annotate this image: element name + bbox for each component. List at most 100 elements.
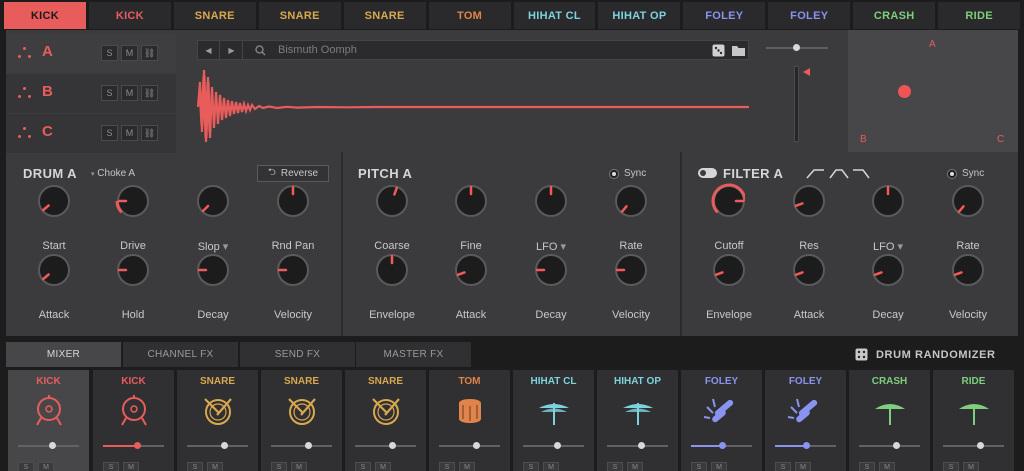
strip-solo-button[interactable]: S — [103, 462, 119, 471]
xy-pad[interactable]: A B C — [848, 30, 1018, 152]
tab-foley-1[interactable]: FOLEY — [683, 2, 766, 29]
strip-solo-button[interactable]: S — [271, 462, 287, 471]
channel-fader-thumb[interactable] — [553, 442, 561, 449]
next-arrow-icon[interactable]: ▶ — [221, 41, 243, 59]
strip-solo-button[interactable]: S — [691, 462, 707, 471]
channel-fader[interactable] — [943, 445, 1004, 447]
strip-mute-button[interactable]: M — [207, 462, 223, 471]
channel-fader-thumb[interactable] — [892, 442, 900, 449]
dice-icon[interactable] — [712, 44, 725, 57]
strip-solo-button[interactable]: S — [775, 462, 791, 471]
solo-button[interactable]: S — [101, 45, 118, 61]
start-knob[interactable] — [34, 181, 70, 217]
mixer-strip-tom[interactable]: TOM SM — [429, 370, 510, 471]
lowpass-icon[interactable] — [806, 169, 824, 179]
tab-channel-fx[interactable]: CHANNEL FX — [123, 342, 238, 367]
drive-knob[interactable] — [113, 181, 149, 217]
pad-c[interactable]: C S M ⛓ — [6, 114, 176, 153]
rate-knob[interactable] — [611, 181, 647, 217]
choke-select[interactable]: ▾ Choke A — [91, 168, 135, 179]
channel-fader[interactable] — [355, 445, 416, 447]
mixer-strip-foley[interactable]: FOLEY SM — [765, 370, 846, 471]
solo-button[interactable]: S — [101, 85, 118, 101]
mixer-strip-crash[interactable]: CRASH SM — [849, 370, 930, 471]
strip-solo-button[interactable]: S — [943, 462, 959, 471]
velocity-knob[interactable] — [273, 250, 309, 286]
reverse-button[interactable]: ⮌ Reverse — [257, 165, 329, 182]
rate-knob[interactable] — [948, 181, 984, 217]
filter-sync-toggle[interactable]: Sync — [947, 168, 984, 179]
strip-mute-button[interactable]: M — [38, 462, 54, 471]
tab-hihat-open[interactable]: HIHAT OP — [598, 2, 681, 29]
solo-button[interactable]: S — [101, 125, 118, 141]
mute-button[interactable]: M — [121, 125, 138, 141]
slop-knob[interactable] — [193, 181, 229, 217]
tab-master-fx[interactable]: MASTER FX — [356, 342, 471, 367]
tab-ride[interactable]: RIDE — [938, 2, 1021, 29]
strip-mute-button[interactable]: M — [459, 462, 475, 471]
tab-foley-2[interactable]: FOLEY — [768, 2, 851, 29]
pitch-sync-toggle[interactable]: Sync — [609, 168, 646, 179]
lfo-knob[interactable] — [868, 181, 904, 217]
channel-fader[interactable] — [187, 445, 248, 447]
mute-button[interactable]: M — [121, 45, 138, 61]
decay-knob[interactable] — [193, 250, 229, 286]
tab-kick-1[interactable]: KICK — [4, 2, 86, 29]
link-icon[interactable]: ⛓ — [141, 125, 158, 141]
tab-send-fx[interactable]: SEND FX — [240, 342, 355, 367]
xy-handle[interactable] — [898, 85, 911, 98]
channel-fader-thumb[interactable] — [220, 442, 228, 449]
velocity-knob[interactable] — [948, 250, 984, 286]
strip-mute-button[interactable]: M — [879, 462, 895, 471]
strip-solo-button[interactable]: S — [439, 462, 455, 471]
link-icon[interactable]: ⛓ — [141, 45, 158, 61]
attack-knob[interactable] — [34, 250, 70, 286]
rnd-pan-knob[interactable] — [273, 181, 309, 217]
strip-solo-button[interactable]: S — [607, 462, 623, 471]
meter-marker-icon[interactable] — [803, 68, 810, 76]
sample-name[interactable]: Bismuth Oomph — [278, 44, 357, 56]
mixer-strip-snare[interactable]: SNARE SM — [261, 370, 342, 471]
mixer-strip-foley[interactable]: FOLEY SM — [681, 370, 762, 471]
highpass-icon[interactable] — [853, 169, 870, 179]
attack-knob[interactable] — [789, 250, 825, 286]
coarse-knob[interactable] — [372, 181, 408, 217]
drum-randomizer-button[interactable]: DRUM RANDOMIZER — [855, 348, 996, 361]
decay-knob[interactable] — [868, 250, 904, 286]
strip-mute-button[interactable]: M — [963, 462, 979, 471]
pad-a[interactable]: A S M ⛓ — [6, 34, 176, 73]
mixer-strip-hihat-cl[interactable]: HIHAT CL SM — [513, 370, 594, 471]
envelope-knob[interactable] — [709, 250, 745, 286]
strip-mute-button[interactable]: M — [375, 462, 391, 471]
channel-fader-thumb[interactable] — [472, 442, 480, 449]
mixer-strip-kick[interactable]: KICK SM — [8, 370, 89, 471]
strip-mute-button[interactable]: M — [291, 462, 307, 471]
tab-hihat-closed[interactable]: HIHAT CL — [513, 2, 596, 29]
strip-solo-button[interactable]: S — [18, 462, 34, 471]
mixer-strip-hihat-op[interactable]: HIHAT OP SM — [597, 370, 678, 471]
mute-button[interactable]: M — [121, 85, 138, 101]
mixer-strip-kick[interactable]: KICK SM — [93, 370, 174, 471]
envelope-knob[interactable] — [372, 250, 408, 286]
tab-kick-2[interactable]: KICK — [88, 2, 171, 29]
tab-mixer[interactable]: MIXER — [6, 342, 121, 367]
channel-fader[interactable] — [271, 445, 332, 447]
channel-fader[interactable] — [439, 445, 500, 447]
mixer-strip-ride[interactable]: RIDE SM — [933, 370, 1014, 471]
channel-fader-thumb[interactable] — [48, 442, 56, 449]
strip-solo-button[interactable]: S — [355, 462, 371, 471]
strip-solo-button[interactable]: S — [523, 462, 539, 471]
filter-enable-toggle[interactable] — [698, 168, 717, 178]
waveform-display[interactable] — [197, 62, 749, 152]
channel-fader-thumb[interactable] — [976, 442, 984, 449]
prev-arrow-icon[interactable]: ◀ — [198, 41, 220, 59]
strip-solo-button[interactable]: S — [859, 462, 875, 471]
channel-fader-thumb[interactable] — [388, 442, 396, 449]
folder-icon[interactable] — [731, 44, 746, 57]
link-icon[interactable]: ⛓ — [141, 85, 158, 101]
channel-fader-thumb[interactable] — [304, 442, 312, 449]
cutoff-knob[interactable] — [709, 181, 745, 217]
tab-crash[interactable]: CRASH — [853, 2, 936, 29]
strip-mute-button[interactable]: M — [123, 462, 139, 471]
mixer-strip-snare[interactable]: SNARE SM — [177, 370, 258, 471]
